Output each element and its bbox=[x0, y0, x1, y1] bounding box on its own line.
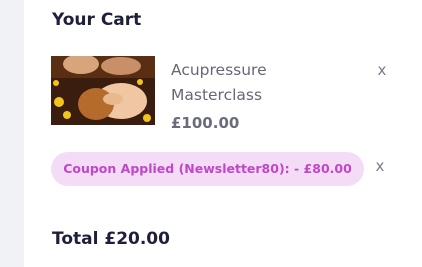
cart-panel: Your Cart Acupressure Masterclass £100.0… bbox=[24, 0, 422, 267]
cart-title: Your Cart bbox=[52, 10, 142, 30]
coupon-applied-badge: Coupon Applied (Newsletter80): - £80.00 bbox=[51, 152, 364, 186]
course-thumbnail bbox=[51, 56, 155, 125]
remove-coupon-button[interactable]: x bbox=[372, 158, 388, 174]
remove-item-button[interactable]: x bbox=[374, 62, 390, 78]
cart-total: Total £20.00 bbox=[52, 229, 170, 249]
course-price: £100.00 bbox=[171, 114, 240, 132]
course-name: Acupressure Masterclass bbox=[171, 61, 267, 104]
